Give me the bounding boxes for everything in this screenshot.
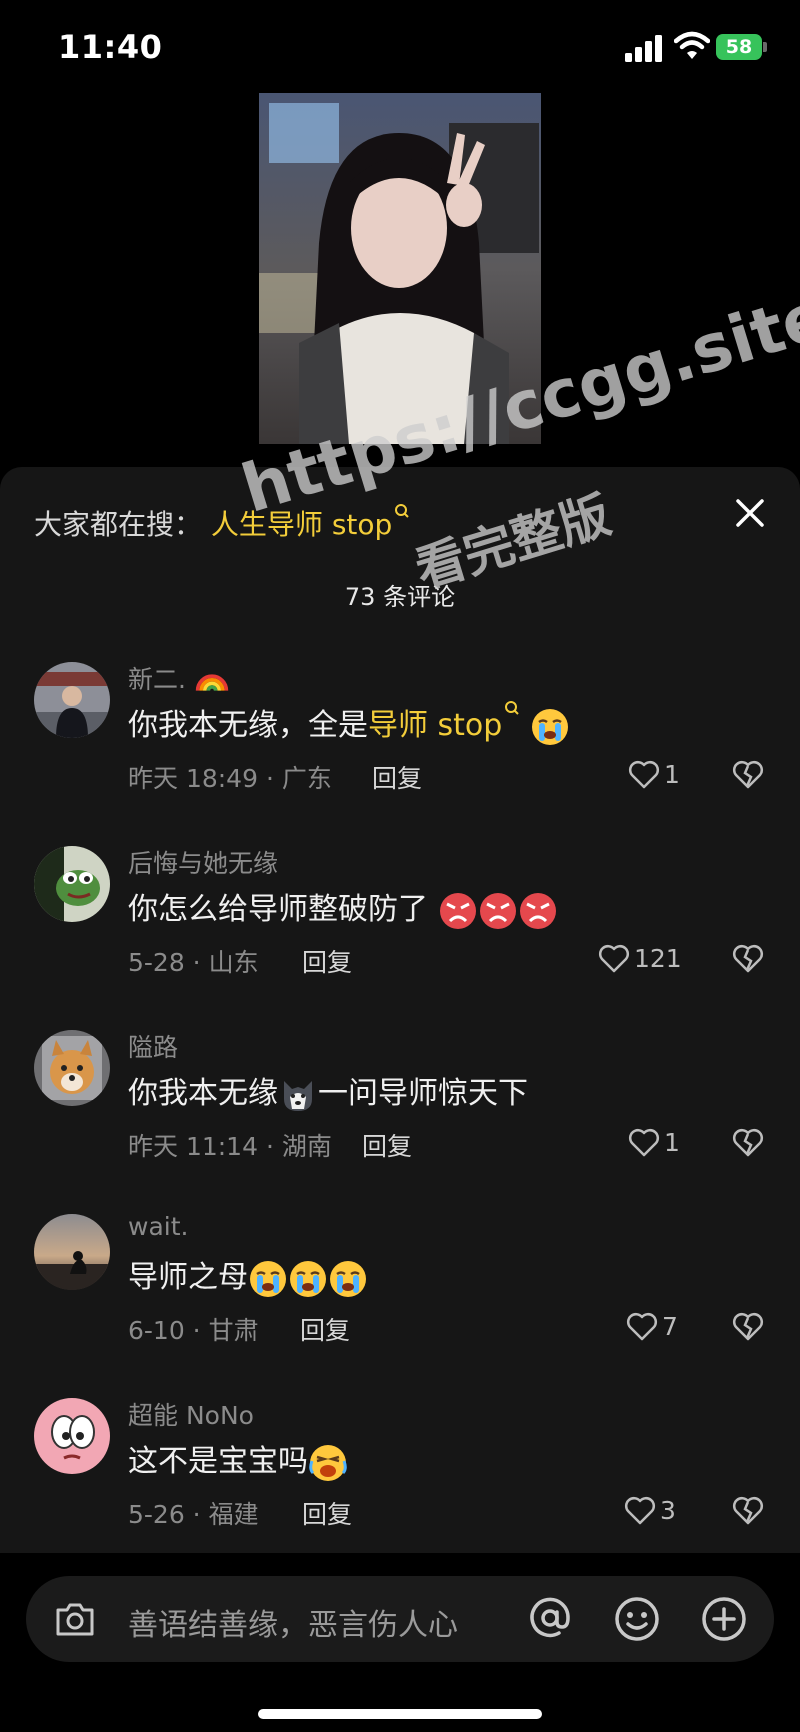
comment-sheet: 大家都在搜： 人生导师 stop 73 条评论 新二. 你我本无缘，全是导师 s… (0, 467, 800, 1732)
comment-text-part: 导师之母 (128, 1260, 248, 1295)
hot-search-link[interactable]: 人生导师 stop (211, 504, 410, 541)
comment-item: 超能 NoNo 这不是宝宝吗 5-26 · 福建 回复 3 (0, 1398, 800, 1578)
comment-input-placeholder: 善语结善缘，恶言伤人心 (128, 1608, 458, 1643)
search-icon (395, 504, 410, 518)
comment-text: 导师之母 (128, 1252, 368, 1299)
comment-item: 新二. 你我本无缘，全是导师 stop 昨天 18:49 · 广东 回复 1 (0, 662, 800, 842)
comment-text-part: 你我本无缘 (128, 1076, 278, 1111)
reply-button[interactable]: 回复 (300, 1311, 350, 1347)
avatar[interactable] (34, 846, 110, 922)
comment-meta: 昨天 18:49 · 广东 (128, 764, 332, 793)
avatar-image (34, 1214, 110, 1290)
comment-username[interactable]: 后悔与她无缘 (128, 844, 278, 880)
search-icon (505, 701, 520, 715)
comment-username[interactable]: wait. (128, 1212, 188, 1241)
comment-username[interactable]: 超能 NoNo (128, 1396, 254, 1432)
comment-text: 你我本无缘 一问导师惊天下 (128, 1068, 528, 1115)
rainbow-emoji-icon (195, 674, 229, 691)
reply-button[interactable]: 回复 (362, 1127, 412, 1163)
avatar[interactable] (34, 1030, 110, 1106)
dislike-icon[interactable] (732, 1495, 764, 1525)
loudly-crying-emoji-icon (309, 1444, 347, 1481)
avatar-image (34, 1398, 110, 1474)
avatar-image (34, 1030, 110, 1106)
status-time: 11:40 (58, 28, 163, 66)
comment-meta: 昨天 11:14 · 湖南 (128, 1132, 332, 1161)
comment-input-area: 善语结善缘，恶言伤人心 (0, 1553, 800, 1732)
crying-emoji-icon (290, 1260, 326, 1297)
crying-emoji-icon (330, 1260, 366, 1297)
camera-icon[interactable] (54, 1600, 96, 1638)
comment-username[interactable]: 新二. (128, 660, 230, 696)
battery-cap (763, 42, 767, 52)
comment-text-part: 你怎么给导师整破防了 (128, 892, 428, 927)
plus-icon[interactable] (701, 1596, 747, 1642)
like-count: 1 (664, 760, 680, 789)
dislike-icon[interactable] (732, 1311, 764, 1341)
username-text: 新二. (128, 665, 186, 694)
comment-text: 这不是宝宝吗 (128, 1436, 348, 1483)
like-count: 3 (660, 1496, 676, 1525)
heart-icon[interactable] (626, 1311, 658, 1341)
hot-search-bar: 大家都在搜： 人生导师 stop (34, 503, 410, 543)
avatar[interactable] (34, 1398, 110, 1474)
cellular-signal-icon (625, 35, 662, 62)
close-icon[interactable] (732, 495, 768, 531)
crying-emoji-icon (531, 708, 568, 745)
angry-face-emoji-icon (519, 892, 556, 929)
reply-button[interactable]: 回复 (302, 943, 352, 979)
avatar-image (34, 846, 110, 922)
heart-icon[interactable] (598, 943, 630, 973)
dislike-icon[interactable] (732, 759, 764, 789)
like-count: 1 (664, 1128, 680, 1157)
avatar[interactable] (34, 1214, 110, 1290)
husky-emoji-icon (284, 1080, 312, 1111)
comment-meta: 6-10 · 甘肃 (128, 1316, 259, 1345)
comment-meta: 5-28 · 山东 (128, 948, 259, 977)
wifi-icon (674, 31, 710, 59)
comment-count: 73 条评论 (344, 583, 456, 611)
like-count: 7 (662, 1312, 678, 1341)
home-indicator[interactable] (258, 1709, 542, 1719)
hot-search-label: 大家都在搜： (34, 508, 203, 541)
heart-icon[interactable] (628, 1127, 660, 1157)
comment-highlight-link[interactable]: 导师 stop (368, 708, 502, 743)
comment-item: 隘路 你我本无缘 一问导师惊天下 昨天 11:14 · 湖南 回复 1 (0, 1030, 800, 1210)
comment-text: 你怎么给导师整破防了 (128, 884, 558, 931)
avatar-image (34, 662, 110, 738)
angry-face-emoji-icon (479, 892, 516, 929)
comment-item: 后悔与她无缘 你怎么给导师整破防了 5-28 · 山东 回复 121 (0, 846, 800, 1026)
like-count: 121 (634, 944, 682, 973)
emoji-icon[interactable] (614, 1596, 660, 1642)
heart-icon[interactable] (628, 759, 660, 789)
comment-text-part: 这不是宝宝吗 (128, 1444, 308, 1479)
comment-text-part: 你我本无缘，全是 (128, 708, 368, 743)
at-icon[interactable] (526, 1594, 574, 1642)
avatar[interactable] (34, 662, 110, 738)
comment-text: 你我本无缘，全是导师 stop (128, 700, 570, 747)
reply-button[interactable]: 回复 (372, 759, 422, 795)
crying-emoji-icon (250, 1260, 286, 1297)
angry-face-emoji-icon (439, 892, 476, 929)
comment-input[interactable]: 善语结善缘，恶言伤人心 (26, 1576, 774, 1662)
battery-indicator: 58 (716, 34, 762, 60)
comment-meta: 5-26 · 福建 (128, 1500, 259, 1529)
reply-button[interactable]: 回复 (302, 1495, 352, 1531)
comment-text-part: 一问导师惊天下 (318, 1076, 528, 1111)
dislike-icon[interactable] (732, 1127, 764, 1157)
comment-username[interactable]: 隘路 (128, 1028, 178, 1064)
heart-icon[interactable] (624, 1495, 656, 1525)
dislike-icon[interactable] (732, 943, 764, 973)
status-bar: 11:40 58 (0, 0, 800, 90)
comment-item: wait. 导师之母 6-10 · 甘肃 回复 7 (0, 1212, 800, 1394)
